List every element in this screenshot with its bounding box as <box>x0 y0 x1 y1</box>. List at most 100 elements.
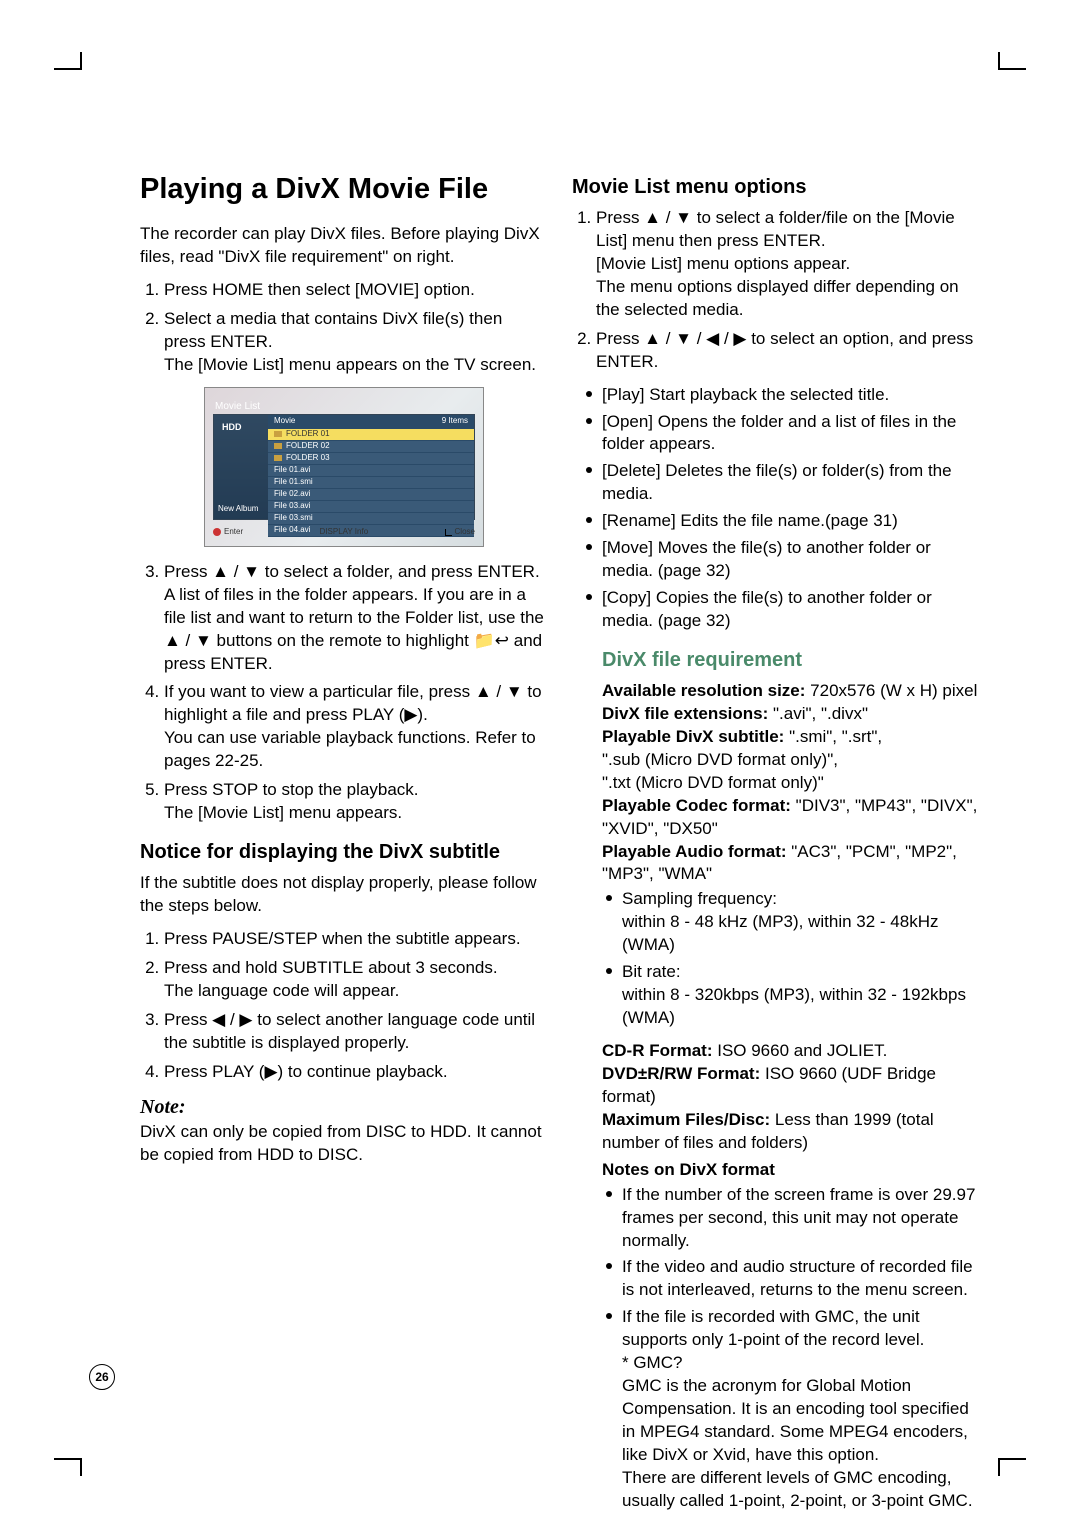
menu-options-list: [Play] Start playback the selected title… <box>572 384 980 1513</box>
screenshot-header: Movie 9 Items <box>268 415 474 429</box>
req-value: ".avi", ".divx" <box>768 704 868 723</box>
row-label: FOLDER 01 <box>286 429 330 440</box>
hint-label: Enter <box>224 527 243 538</box>
list-item: Press ◀ / ▶ to select another language c… <box>164 1009 548 1055</box>
list-item: Press ▲ / ▼ to select a folder/file on t… <box>596 207 980 322</box>
subtitle-intro: If the subtitle does not display properl… <box>140 872 548 918</box>
main-steps-cont: Press ▲ / ▼ to select a folder, and pres… <box>140 561 548 825</box>
info-hint: DISPLAY Info <box>320 527 369 538</box>
list-item: File 02.avi <box>268 489 474 501</box>
list-item: If you want to view a particular file, p… <box>164 681 548 773</box>
folder-icon <box>274 443 282 449</box>
enter-hint: Enter <box>213 527 243 538</box>
screenshot-title: Movie List <box>215 400 260 414</box>
menu-options-heading: Movie List menu options <box>572 174 980 201</box>
hdd-label: HDD <box>222 421 242 433</box>
req-value: ISO 9660 and JOLIET. <box>713 1041 888 1060</box>
new-album-label: New Album <box>218 504 258 515</box>
screenshot-footer: Enter DISPLAY Info Close <box>213 527 475 538</box>
req-label: Maximum Files/Disc: <box>602 1110 770 1129</box>
row-label: File 03.avi <box>274 501 310 512</box>
req-label: DVD±R/RW Format: <box>602 1064 760 1083</box>
req-label: Available resolution size: <box>602 681 805 700</box>
page-content: Playing a DivX Movie File The recorder c… <box>140 170 980 1523</box>
right-column: Movie List menu options Press ▲ / ▼ to s… <box>572 170 980 1523</box>
divx-notes-list: If the number of the screen frame is ove… <box>602 1184 980 1513</box>
menu-steps: Press ▲ / ▼ to select a folder/file on t… <box>572 207 980 374</box>
note-label: Note: <box>140 1094 548 1121</box>
list-item: File 01.avi <box>268 465 474 477</box>
list-item: [Move] Moves the file(s) to another fold… <box>602 537 980 583</box>
crop-mark <box>80 1458 82 1476</box>
row-label: File 02.avi <box>274 489 310 500</box>
list-item: File 03.smi <box>268 513 474 525</box>
req-value: ".smi", ".srt", <box>784 727 882 746</box>
list-item: If the video and audio structure of reco… <box>622 1256 980 1302</box>
close-hint: Close <box>445 527 475 538</box>
folder-icon <box>274 431 282 437</box>
req-line: Playable Audio format: "AC3", "PCM", "MP… <box>602 841 980 887</box>
list-item: [Rename] Edits the file name.(page 31) <box>602 510 980 533</box>
subtitle-heading: Notice for displaying the DivX subtitle <box>140 839 548 866</box>
intro-text: The recorder can play DivX files. Before… <box>140 223 548 269</box>
hdr-right: 9 Items <box>442 416 468 428</box>
row-label: FOLDER 03 <box>286 453 330 464</box>
list-item: Press STOP to stop the playback. The [Mo… <box>164 779 548 825</box>
list-item: Press ▲ / ▼ to select a folder, and pres… <box>164 561 548 676</box>
req-line: ".txt (Micro DVD format only)" <box>602 772 980 795</box>
crop-mark <box>1000 68 1026 70</box>
list-item: Press ▲ / ▼ / ◀ / ▶ to select an option,… <box>596 328 980 374</box>
row-label: File 03.smi <box>274 513 313 524</box>
folder-icon <box>274 455 282 461</box>
req-line: Maximum Files/Disc: Less than 1999 (tota… <box>602 1109 980 1155</box>
req-label: CD-R Format: <box>602 1041 713 1060</box>
screenshot-body: HDD New Album Movie 9 Items FOLDER 01 FO… <box>213 414 475 520</box>
req-line: DVD±R/RW Format: ISO 9660 (UDF Bridge fo… <box>602 1063 980 1109</box>
page-number: 26 <box>89 1364 115 1390</box>
hdr-left: Movie <box>274 416 295 428</box>
left-column: Playing a DivX Movie File The recorder c… <box>140 170 548 1523</box>
list-item: If the file is recorded with GMC, the un… <box>622 1306 980 1512</box>
list-item: Press PAUSE/STEP when the subtitle appea… <box>164 928 548 951</box>
req-label: Playable Audio format: <box>602 842 787 861</box>
row-label: File 01.avi <box>274 465 310 476</box>
req-line: Playable Codec format: "DIV3", "MP43", "… <box>602 795 980 841</box>
list-item: Press PLAY (▶) to continue playback. <box>164 1061 548 1084</box>
list-item: FOLDER 03 <box>268 453 474 465</box>
list-item: Sampling frequency: within 8 - 48 kHz (M… <box>622 888 980 957</box>
row-label: FOLDER 02 <box>286 441 330 452</box>
crop-mark <box>998 1458 1000 1476</box>
req-line: CD-R Format: ISO 9660 and JOLIET. <box>602 1040 980 1063</box>
list-item: Bit rate: within 8 - 320kbps (MP3), with… <box>622 961 980 1030</box>
screenshot-sidebar: HDD New Album <box>214 415 268 519</box>
req-value: ".sub (Micro DVD format only)", <box>602 750 838 769</box>
list-item: [Open] Opens the folder and a list of fi… <box>602 411 980 457</box>
list-item: [Delete] Deletes the file(s) or folder(s… <box>602 460 980 506</box>
page-title: Playing a DivX Movie File <box>140 170 548 209</box>
return-icon <box>445 529 452 536</box>
requirement-heading: DivX file requirement <box>602 647 980 674</box>
list-item: Press HOME then select [MOVIE] option. <box>164 279 548 302</box>
requirement-block: Available resolution size: 720x576 (W x … <box>602 680 980 886</box>
list-item: FOLDER 02 <box>268 441 474 453</box>
req-label: Playable DivX subtitle: <box>602 727 784 746</box>
crop-mark <box>1000 1458 1026 1460</box>
list-item: File 03.avi <box>268 501 474 513</box>
list-item: [Copy] Copies the file(s) to another fol… <box>602 587 980 633</box>
enter-icon <box>213 528 221 536</box>
req-value: ".txt (Micro DVD format only)" <box>602 773 824 792</box>
screenshot-list: Movie 9 Items FOLDER 01 FOLDER 02 FOLDER… <box>268 415 474 519</box>
list-item: If the number of the screen frame is ove… <box>622 1184 980 1253</box>
list-item: Press and hold SUBTITLE about 3 seconds.… <box>164 957 548 1003</box>
req-line: ".sub (Micro DVD format only)", <box>602 749 980 772</box>
main-steps: Press HOME then select [MOVIE] option. S… <box>140 279 548 377</box>
crop-mark <box>80 52 82 70</box>
crop-mark <box>998 52 1000 70</box>
crop-mark <box>54 1458 80 1460</box>
req-label: Playable Codec format: <box>602 796 791 815</box>
movie-list-screenshot: Movie List HDD New Album Movie 9 Items F… <box>204 387 484 547</box>
subtitle-steps: Press PAUSE/STEP when the subtitle appea… <box>140 928 548 1084</box>
row-label: File 01.smi <box>274 477 313 488</box>
list-item: FOLDER 01 <box>268 429 474 441</box>
req-value: 720x576 (W x H) pixel <box>805 681 977 700</box>
